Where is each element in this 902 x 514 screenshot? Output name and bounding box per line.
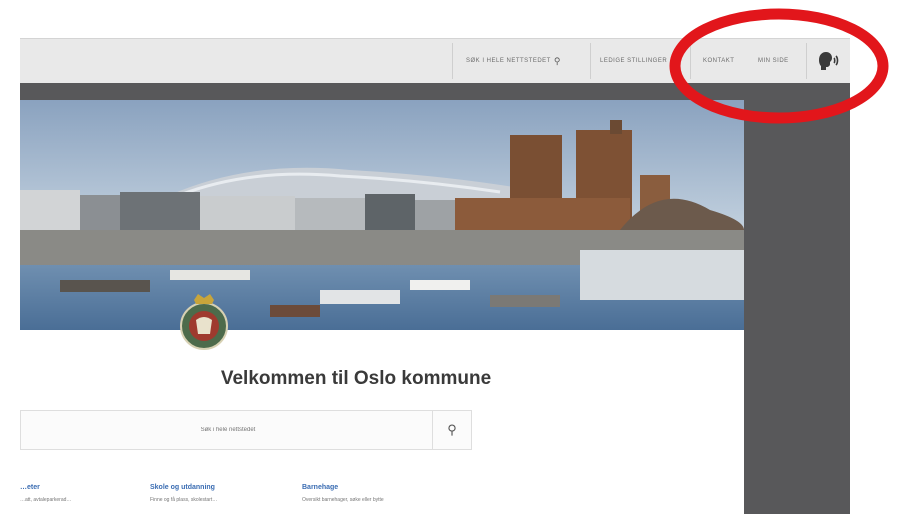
top-utility-bar: SØK I HELE NETTSTEDET ⚲ LEDIGE STILLINGE… xyxy=(20,38,850,84)
right-dark-panel xyxy=(744,83,850,514)
search-input[interactable] xyxy=(21,411,435,449)
jobs-link[interactable]: LEDIGE STILLINGER xyxy=(600,39,667,83)
separator xyxy=(690,43,691,79)
category-link-school[interactable]: Skole og utdanning Finne og få plass, sk… xyxy=(150,484,217,503)
contact-link[interactable]: KONTAKT xyxy=(703,39,734,83)
search-button[interactable]: ⚲ xyxy=(432,411,471,449)
search-site-link[interactable]: SØK I HELE NETTSTEDET ⚲ xyxy=(460,39,561,83)
welcome-heading: Velkommen til Oslo kommune xyxy=(220,368,492,389)
category-link[interactable]: …eter …att, avtaleparkerad… xyxy=(20,484,71,503)
search-site-label: SØK I HELE NETTSTEDET xyxy=(466,58,551,64)
contact-label: KONTAKT xyxy=(703,58,735,64)
category-description: …att, avtaleparkerad… xyxy=(20,497,72,503)
site-search: ⚲ xyxy=(20,410,472,450)
oslo-coat-of-arms-logo[interactable] xyxy=(178,290,230,352)
category-link-kindergarten[interactable]: Barnehage Oversikt barnehager, søke elle… xyxy=(302,484,384,503)
category-description: Oversikt barnehager, søke eller bytte xyxy=(302,497,384,503)
search-icon: ⚲ xyxy=(447,422,457,437)
header-dark-band xyxy=(20,83,850,100)
hero-image-oslo-harbor xyxy=(20,100,744,330)
separator xyxy=(590,43,591,79)
separator xyxy=(806,43,807,79)
jobs-label: LEDIGE STILLINGER xyxy=(600,58,668,64)
separator xyxy=(452,43,453,79)
search-icon: ⚲ xyxy=(553,55,561,66)
category-description: Finne og få plass, skolestart… xyxy=(150,497,218,503)
my-page-label: MIN SIDE xyxy=(758,58,789,64)
speaker-icon[interactable] xyxy=(815,49,839,73)
my-page-link[interactable]: MIN SIDE xyxy=(758,39,789,83)
